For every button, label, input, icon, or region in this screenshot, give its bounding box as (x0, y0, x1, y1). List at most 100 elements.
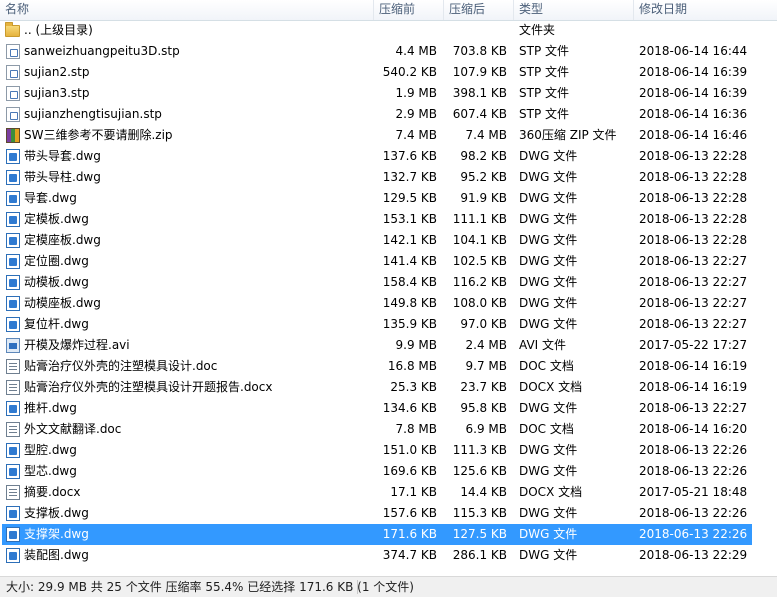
column-header-compressed-size[interactable]: 压缩后 (444, 0, 514, 20)
file-row[interactable]: 装配图.dwg 374.7 KB 286.1 KB DWG 文件 2018-06-13 … (0, 545, 777, 566)
file-compressed-size: 23.7 KB (460, 380, 507, 394)
file-row[interactable]: 动模板.dwg 158.4 KB 116.2 KB DWG 文件 2018-06-13 … (0, 272, 777, 293)
file-compressed-size: 97.0 KB (460, 317, 507, 331)
file-row[interactable]: 推杆.dwg 134.6 KB 95.8 KB DWG 文件 2018-06-13 22… (0, 398, 777, 419)
file-original-size: 149.8 KB (382, 296, 437, 310)
file-original-size: 25.3 KB (390, 380, 437, 394)
file-row[interactable]: SW三维参考不要请删除.zip 7.4 MB 7.4 MB 360压缩 ZIP 文件 2… (0, 125, 777, 146)
file-original-size: 132.7 KB (382, 170, 437, 184)
file-row[interactable]: 贴膏治疗仪外壳的注塑模具设计.doc 16.8 MB 9.7 MB DOC 文档 201… (0, 356, 777, 377)
file-compressed-size: 398.1 KB (452, 86, 507, 100)
file-type: STP 文件 (519, 107, 569, 121)
status-divider (357, 580, 358, 594)
file-original-size: 135.9 KB (382, 317, 437, 331)
dwg-file-icon (6, 149, 20, 164)
file-original-size: 142.1 KB (382, 233, 437, 247)
file-row[interactable]: 动模座板.dwg 149.8 KB 108.0 KB DWG 文件 2018-06-13… (0, 293, 777, 314)
file-name: .. (上级目录) (24, 23, 93, 37)
file-type: AVI 文件 (519, 338, 567, 352)
file-compressed-size: 9.7 MB (465, 359, 507, 373)
file-modified-date: 2018-06-13 22:28 (639, 170, 748, 184)
file-row[interactable]: sujian3.stp 1.9 MB 398.1 KB STP 文件 2018-06-1… (0, 83, 777, 104)
file-compressed-size: 95.8 KB (460, 401, 507, 415)
file-name: 型腔.dwg (24, 443, 77, 457)
file-name: 动模板.dwg (24, 275, 89, 289)
file-compressed-size: 98.2 KB (460, 149, 507, 163)
column-header-modified-date[interactable]: 修改日期 (634, 0, 777, 20)
file-row[interactable]: 贴膏治疗仪外壳的注塑模具设计开题报告.docx 25.3 KB 23.7 KB DOC… (0, 377, 777, 398)
file-original-size: 4.4 MB (395, 44, 437, 58)
file-modified-date: 2018-06-13 22:26 (639, 464, 748, 478)
dwg-file-icon (6, 506, 20, 521)
file-name: 装配图.dwg (24, 548, 89, 562)
file-original-size: 129.5 KB (382, 191, 437, 205)
file-row[interactable]: 复位杆.dwg 135.9 KB 97.0 KB DWG 文件 2018-06-13 2… (0, 314, 777, 335)
file-name: 复位杆.dwg (24, 317, 89, 331)
file-name: 摘要.docx (24, 485, 81, 499)
file-original-size: 153.1 KB (382, 212, 437, 226)
file-type: DOC 文档 (519, 359, 574, 373)
file-list: .. (上级目录) 文件夹 sanweizhuangpeitu3D.stp 4.4 M… (0, 20, 777, 566)
file-type: DWG 文件 (519, 296, 578, 310)
file-compressed-size: 111.3 KB (452, 443, 507, 457)
column-header-name[interactable]: 名称 (0, 0, 374, 20)
column-header-original-size[interactable]: 压缩前 (374, 0, 444, 20)
file-compressed-size (444, 20, 507, 41)
file-type: DWG 文件 (519, 212, 578, 226)
folder-icon (5, 22, 20, 37)
file-modified-date: 2018-06-14 16:20 (639, 422, 748, 436)
file-row[interactable]: 导套.dwg 129.5 KB 91.9 KB DWG 文件 2018-06-13 22… (0, 188, 777, 209)
file-type: DWG 文件 (519, 401, 578, 415)
file-compressed-size: 125.6 KB (452, 464, 507, 478)
file-compressed-size: 14.4 KB (460, 485, 507, 499)
file-row[interactable]: 定模板.dwg 153.1 KB 111.1 KB DWG 文件 2018-06-13 … (0, 209, 777, 230)
file-row[interactable]: 支撑板.dwg 157.6 KB 115.3 KB DWG 文件 2018-06-13 … (0, 503, 777, 524)
file-row[interactable]: sanweizhuangpeitu3D.stp 4.4 MB 703.8 KB STP… (0, 41, 777, 62)
file-modified-date: 2018-06-13 22:28 (639, 149, 748, 163)
file-modified-date: 2018-06-13 22:28 (639, 212, 748, 226)
file-type: DWG 文件 (519, 548, 578, 562)
column-header-type[interactable]: 类型 (514, 0, 634, 20)
file-row[interactable]: 带头导套.dwg 137.6 KB 98.2 KB DWG 文件 2018-06-13 … (0, 146, 777, 167)
file-row[interactable]: 带头导柱.dwg 132.7 KB 95.2 KB DWG 文件 2018-06-13 … (0, 167, 777, 188)
file-row[interactable]: 外文文献翻译.doc 7.8 MB 6.9 MB DOC 文档 2018-06-14 1… (0, 419, 777, 440)
doc-file-icon (6, 359, 20, 374)
file-compressed-size: 116.2 KB (452, 275, 507, 289)
file-modified-date: 2017-05-22 17:27 (639, 338, 748, 352)
file-row[interactable]: 定模座板.dwg 142.1 KB 104.1 KB DWG 文件 2018-06-13… (0, 230, 777, 251)
dwg-file-icon (6, 233, 20, 248)
file-type: DOCX 文档 (519, 485, 583, 499)
file-name: SW三维参考不要请删除.zip (24, 128, 173, 142)
file-name: 型芯.dwg (24, 464, 77, 478)
file-name: 外文文献翻译.doc (24, 422, 122, 436)
file-name: 支撑架.dwg (24, 527, 89, 541)
file-original-size: 141.4 KB (382, 254, 437, 268)
file-modified-date: 2018-06-14 16:19 (639, 380, 748, 394)
file-modified-date: 2018-06-13 22:27 (639, 317, 748, 331)
file-name: 导套.dwg (24, 191, 77, 205)
file-type: STP 文件 (519, 44, 569, 58)
file-original-size: 16.8 MB (387, 359, 437, 373)
file-row[interactable]: sujian2.stp 540.2 KB 107.9 KB STP 文件 2018-06… (0, 62, 777, 83)
dwg-file-icon (6, 296, 20, 311)
file-row[interactable]: 支撑架.dwg 171.6 KB 127.5 KB DWG 文件 2018-06-13 … (0, 524, 777, 545)
file-row[interactable]: sujianzhengtisujian.stp 2.9 MB 607.4 KB STP… (0, 104, 777, 125)
file-row[interactable]: 摘要.docx 17.1 KB 14.4 KB DOCX 文档 2017-05-21 1… (0, 482, 777, 503)
file-modified-date: 2018-06-13 22:28 (639, 233, 748, 247)
file-name: sujianzhengtisujian.stp (24, 107, 162, 121)
file-modified-date: 2017-05-21 18:48 (639, 485, 748, 499)
zip-archive-icon (6, 128, 20, 143)
file-row[interactable]: 定位圈.dwg 141.4 KB 102.5 KB DWG 文件 2018-06-13 … (0, 251, 777, 272)
file-type: DWG 文件 (519, 317, 578, 331)
file-row[interactable]: 型腔.dwg 151.0 KB 111.3 KB DWG 文件 2018-06-13 2… (0, 440, 777, 461)
file-name: 支撑板.dwg (24, 506, 89, 520)
file-row[interactable]: 开模及爆炸过程.avi 9.9 MB 2.4 MB AVI 文件 2017-05-22 … (0, 335, 777, 356)
file-original-size: 151.0 KB (382, 443, 437, 457)
file-modified-date: 2018-06-14 16:39 (639, 65, 748, 79)
file-original-size: 1.9 MB (395, 86, 437, 100)
dwg-file-icon (6, 275, 20, 290)
file-name: sujian2.stp (24, 65, 90, 79)
dwg-file-icon (6, 527, 20, 542)
parent-directory-row[interactable]: .. (上级目录) 文件夹 (0, 20, 777, 41)
file-row[interactable]: 型芯.dwg 169.6 KB 125.6 KB DWG 文件 2018-06-13 2… (0, 461, 777, 482)
